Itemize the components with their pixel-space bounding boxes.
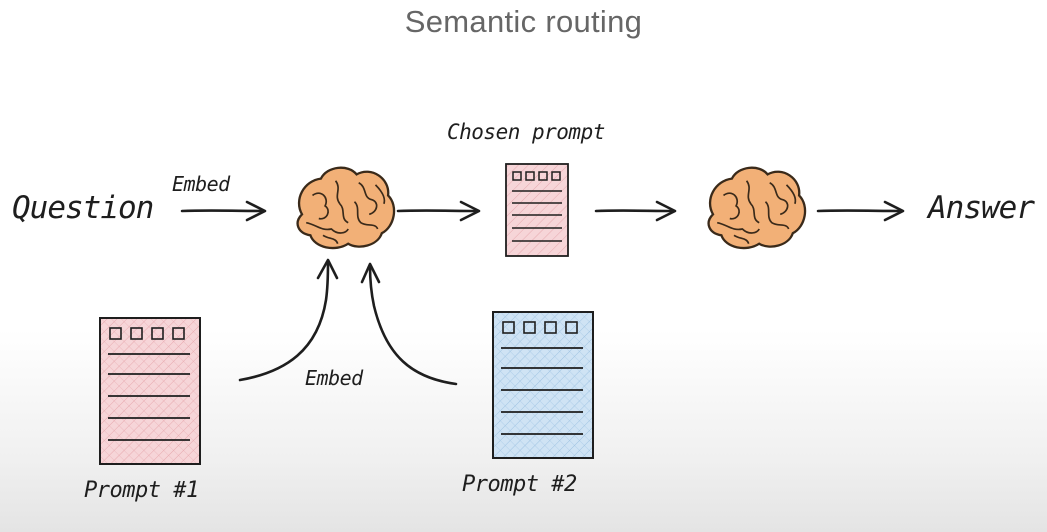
arrow-question-to-model: [180, 200, 267, 222]
arrow-llm-to-answer: [816, 200, 905, 222]
answer-label: Answer: [928, 190, 1035, 226]
question-label: Question: [12, 190, 154, 226]
arrow-prompt1-to-model: [238, 258, 339, 382]
prompt2-label: Prompt #2: [462, 472, 577, 497]
embed-label-top: Embed: [172, 172, 230, 196]
arrow-prompt2-to-model: [360, 262, 458, 386]
routing-diagram: [99, 163, 905, 465]
prompt1-label: Prompt #1: [84, 478, 199, 503]
brain-icon: [296, 166, 396, 250]
prompt1-document-icon: [99, 317, 201, 465]
embed-label-bottom: Embed: [305, 366, 363, 390]
prompt2-document-icon: [492, 311, 594, 459]
arrow-model-to-chosen: [396, 200, 481, 222]
arrow-chosen-to-llm: [594, 200, 677, 222]
chosen-prompt-label: Chosen prompt: [447, 120, 605, 144]
brain-icon: [707, 166, 807, 250]
chosen-prompt-document-icon: [505, 163, 569, 257]
